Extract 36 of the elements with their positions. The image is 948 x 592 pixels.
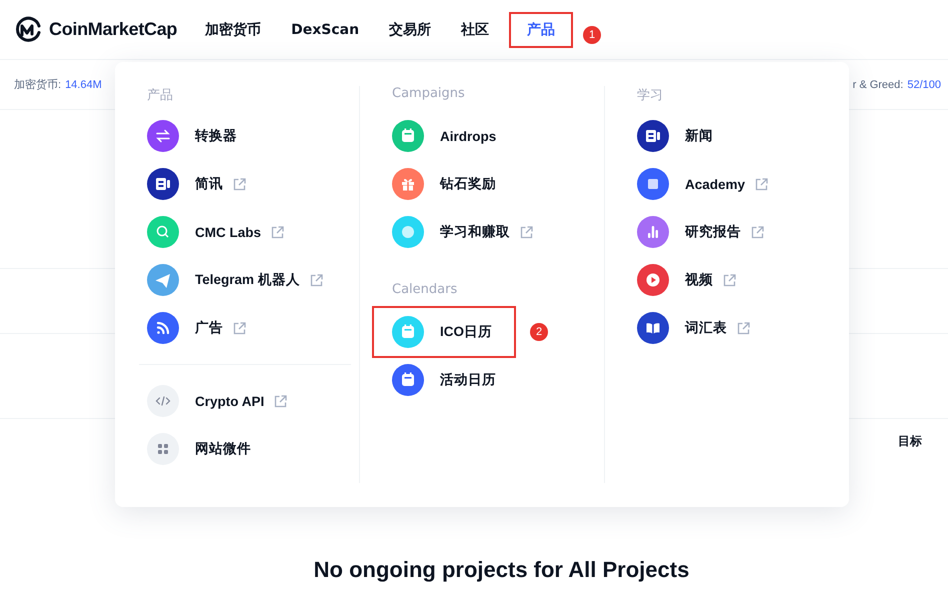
empty-state-heading: No ongoing projects for All Projects — [314, 557, 690, 583]
section-title: Campaigns — [391, 86, 466, 103]
stat-label: 加密货币: — [14, 78, 62, 92]
menu-item[interactable]: 网站微件 — [137, 425, 261, 473]
menu-item[interactable]: 研究报告 — [627, 208, 774, 256]
menu-item[interactable]: Crypto API — [137, 377, 298, 425]
annotation-badge: 1 — [583, 26, 602, 44]
menu-item[interactable]: 词汇表 — [627, 304, 760, 352]
section-title: Calendars — [391, 282, 458, 299]
nav-link[interactable]: 加密货币 — [195, 12, 272, 48]
section-title: 产品 — [146, 87, 174, 105]
menu-item[interactable]: 新闻 — [627, 112, 723, 160]
logo-icon[interactable] — [14, 15, 43, 44]
menu-item[interactable]: 钻石奖励 — [382, 160, 506, 208]
menu-item[interactable]: Telegram 机器人 — [137, 256, 333, 304]
menu-item[interactable]: 视频 — [627, 256, 746, 304]
menu-item[interactable]: Academy — [627, 160, 778, 208]
section-title: 学习 — [636, 87, 664, 105]
nav-link[interactable]: 产品 — [509, 12, 574, 48]
nav-link[interactable]: 社区 — [451, 12, 500, 48]
stat-value[interactable]: 14.64M — [65, 78, 102, 90]
menu-item[interactable]: 转换器 — [137, 112, 247, 160]
logo-wordmark[interactable]: CoinMarketCap — [49, 19, 178, 40]
stat-value[interactable]: 52/100 — [907, 78, 941, 90]
nav-link[interactable]: DexScan — [281, 12, 370, 46]
menu-item[interactable]: Airdrops — [382, 112, 506, 160]
nav-link[interactable]: 交易所 — [379, 12, 442, 48]
menu-item[interactable]: 广告 — [137, 304, 256, 352]
column-header: 目标 — [898, 432, 922, 450]
menu-item[interactable]: 活动日历 — [382, 356, 506, 404]
annotation-badge: 2 — [530, 323, 548, 341]
menu-item[interactable]: 简讯 — [137, 160, 256, 208]
menu-item[interactable]: 学习和赚取 — [382, 208, 543, 256]
stat-label: r & Greed: — [852, 78, 904, 90]
menu-item[interactable]: ICO日历 — [372, 306, 516, 358]
menu-item[interactable]: CMC Labs — [137, 208, 294, 256]
